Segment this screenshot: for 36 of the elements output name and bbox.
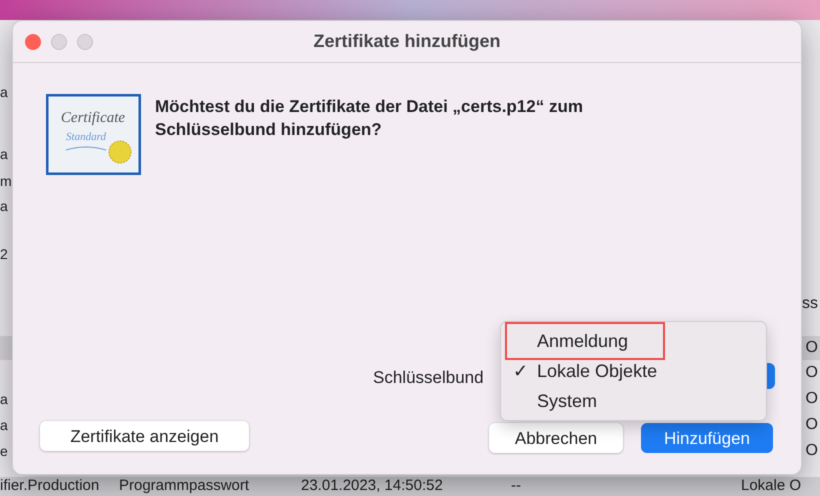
table-cell-text: O (806, 363, 819, 383)
table-cell-text: a (0, 196, 8, 216)
table-cell-text: a (0, 416, 8, 434)
table-cell-text: O (806, 441, 819, 461)
secondary-button[interactable]: Zertifikate anzeigen (40, 421, 249, 451)
table-cell-text: O (806, 389, 819, 409)
table-cell-text: -- (511, 476, 522, 496)
table-cell-text: ifier.Production (0, 476, 100, 496)
zoom-button[interactable] (77, 34, 93, 50)
table-cell-text: a (0, 144, 8, 164)
table-cell-text: 2 (0, 244, 8, 264)
table-cell-text: Programmpasswort (119, 476, 250, 496)
close-button[interactable] (25, 34, 41, 50)
table-cell-text: a (0, 82, 8, 102)
add-button[interactable]: Hinzufügen (641, 423, 773, 453)
table-cell-text: O (806, 415, 819, 435)
table-cell-text: O (806, 338, 819, 358)
table-cell-text: m (0, 172, 12, 190)
table-cell-text: Lokale O (741, 476, 802, 496)
menu-item-label: Lokale Objekte (537, 360, 658, 383)
table-cell-text: e (0, 442, 8, 460)
check-icon: ✓ (513, 358, 528, 384)
menu-item[interactable]: ✓ Lokale Objekte (501, 356, 766, 386)
minimize-button[interactable] (51, 34, 67, 50)
table-cell-text: a (0, 390, 8, 408)
table-cell-text: ss (802, 294, 819, 314)
table-cell-text: 23.01.2023, 14:50:52 (301, 476, 444, 496)
menu-item[interactable]: System (501, 386, 766, 416)
menu-item[interactable]: Anmeldung (501, 326, 766, 356)
menu-item-label: System (537, 390, 598, 413)
window-title: Zertifikate hinzufügen (314, 30, 500, 53)
secondary-button[interactable]: Abbrechen (489, 423, 623, 453)
menu-item-label: Anmeldung (537, 330, 628, 353)
keychain-label: Schlüsselbund (373, 367, 484, 389)
certificate-icon: Certificate Standard (46, 94, 141, 175)
dialog-message: Möchtest du die Zertifikate der Datei „certs.p12“ zum Schlüsselbund hinzufügen? (155, 96, 584, 141)
